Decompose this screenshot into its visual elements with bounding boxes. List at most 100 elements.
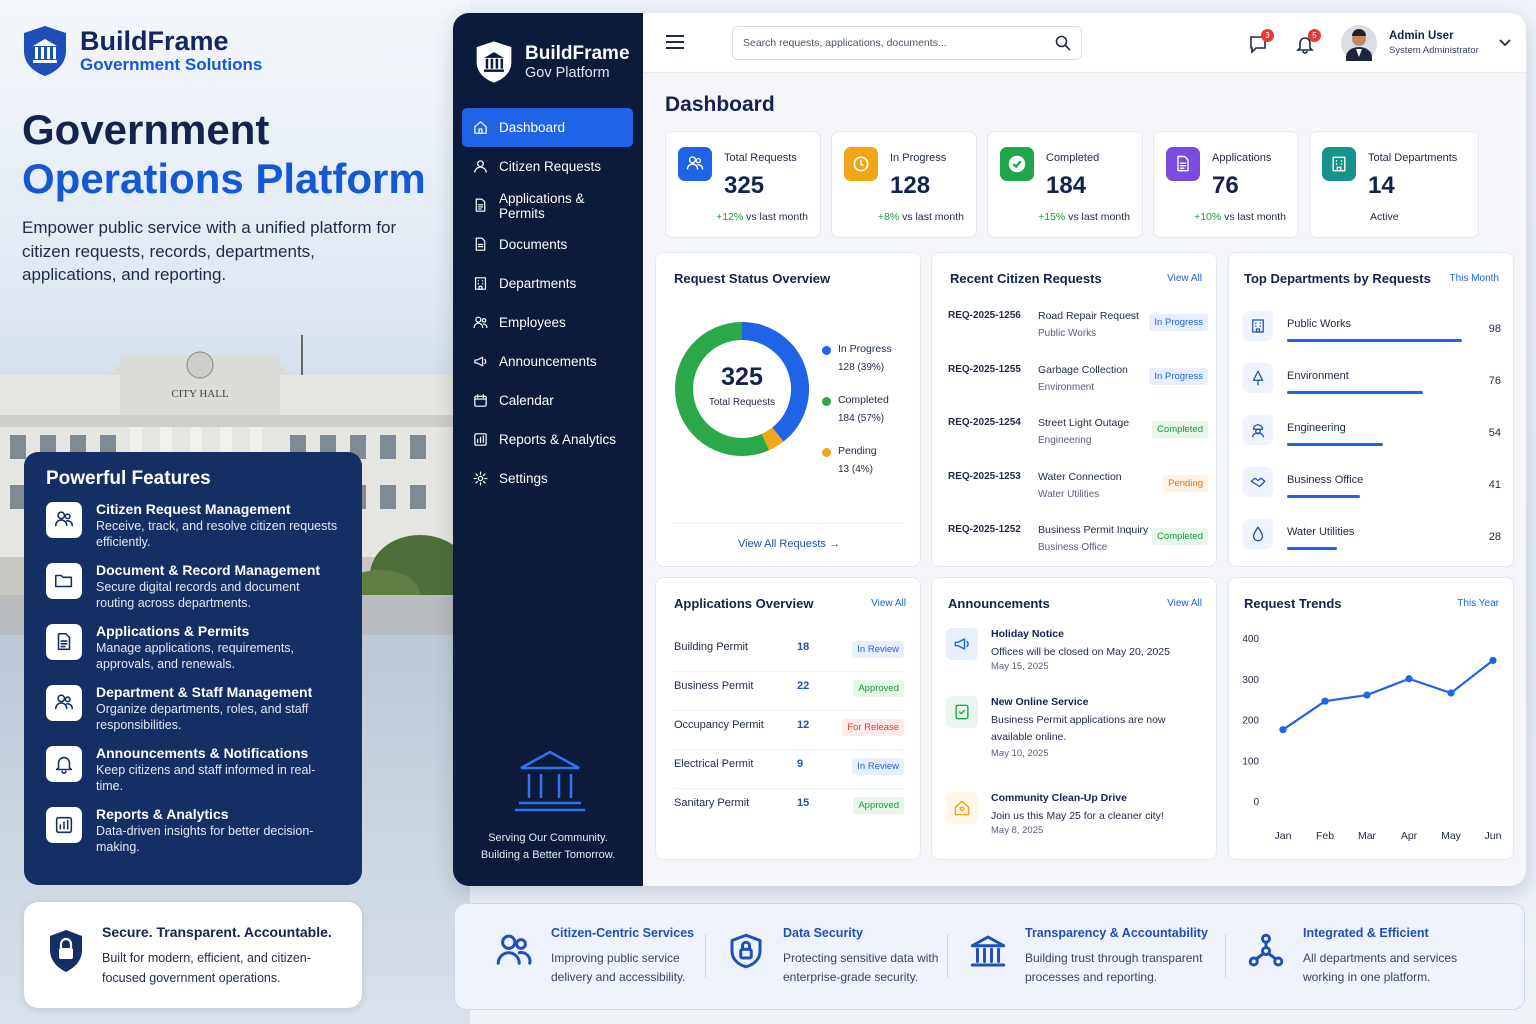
feature-desc: Organize departments, roles, and staff r…	[96, 702, 309, 732]
request-dept: Engineering	[1038, 435, 1092, 446]
sidebar-item-employees[interactable]: Employees	[462, 303, 633, 342]
table-row[interactable]: REQ-2025-1253 Water Connection Water Utili…	[948, 471, 1208, 524]
department-bar	[1287, 443, 1383, 446]
table-row[interactable]: Building Permit 18 In Review	[674, 633, 904, 672]
x-tick-label: Jan	[1275, 830, 1292, 842]
sidebar-item-dashboard[interactable]: Dashboard	[462, 108, 633, 147]
sidebar-item-label: Applications & Permits	[499, 190, 585, 221]
status-badge-label: Approved	[853, 680, 904, 697]
x-tick-label: Feb	[1316, 830, 1334, 842]
recent-requests-view-all[interactable]: View All	[1167, 273, 1202, 284]
announcement-desc: Business Permit applications are now ava…	[991, 714, 1166, 743]
status-badge-label: Completed	[1152, 528, 1208, 545]
table-row[interactable]: REQ-2025-1255 Garbage Collection Environme…	[948, 364, 1208, 417]
chevron-down-icon[interactable]	[1499, 39, 1511, 47]
dashboard-window: BuildFrame Gov Platform Dashboard Citizen…	[453, 13, 1526, 886]
search-input[interactable]: Search requests, applications, documents…	[732, 26, 1082, 60]
messages-button[interactable]: 3	[1248, 29, 1274, 59]
announcements-view-all[interactable]: View All	[1167, 598, 1202, 609]
table-row[interactable]: REQ-2025-1256 Road Repair Request Public W…	[948, 310, 1208, 363]
team-icon	[46, 685, 82, 721]
stat-card[interactable]: Total Departments 14 Active	[1309, 131, 1479, 238]
department-bar	[1287, 391, 1423, 394]
users-icon	[678, 147, 712, 181]
avatar	[1341, 25, 1377, 61]
stat-label: Total Departments	[1368, 152, 1458, 164]
sidebar-logo[interactable]: BuildFrame Gov Platform	[475, 39, 630, 85]
stat-change: +8% vs last month	[832, 211, 976, 223]
status-badge-label: For Release	[842, 719, 904, 736]
trend-point	[1405, 675, 1413, 683]
view-all-requests-link[interactable]: View All Requests →	[656, 538, 922, 550]
y-tick-label: 0	[1253, 797, 1259, 808]
list-item[interactable]: Water Utilities 28	[1243, 519, 1501, 571]
stat-card[interactable]: Total Requests 325 +12% vs last month	[665, 131, 821, 238]
status-badge: In Progress	[1149, 366, 1208, 385]
request-dept: Public Works	[1038, 328, 1097, 339]
sidebar-item-label: Citizen Requests	[499, 159, 602, 174]
secure-title: Secure. Transparent. Accountable.	[102, 924, 332, 940]
divider	[672, 523, 904, 524]
legend-detail: 184 (57%)	[838, 413, 885, 424]
secure-desc: Built for modern, efficient, and citizen…	[102, 951, 311, 985]
search-icon[interactable]	[1055, 35, 1071, 51]
table-row[interactable]: REQ-2025-1254 Street Light Outage Engineer…	[948, 417, 1208, 470]
legend-detail: 128 (39%)	[838, 362, 885, 373]
clock-icon	[844, 147, 878, 181]
stat-change-text: vs last month	[899, 211, 964, 223]
announcement-title: Community Clean-Up Drive	[991, 792, 1127, 804]
calendar-icon	[472, 392, 489, 409]
announcement-date: May 10, 2025	[991, 748, 1049, 759]
list-item[interactable]: Environment 76	[1243, 363, 1501, 415]
legend-name: In Progress	[838, 343, 892, 355]
list-item[interactable]: Business Office 41	[1243, 467, 1501, 519]
table-row[interactable]: REQ-2025-1252 Business Permit Inquiry Busi…	[948, 524, 1208, 577]
sidebar-item-applications-permits[interactable]: Applications & Permits	[462, 186, 633, 225]
chart-icon	[46, 807, 82, 843]
sidebar-item-citizen-requests[interactable]: Citizen Requests	[462, 147, 633, 186]
main-area: Search requests, applications, documents…	[643, 13, 1526, 886]
feature-title: Applications & Permits	[96, 623, 250, 639]
sidebar-item-departments[interactable]: Departments	[462, 264, 633, 303]
handshake-icon	[1243, 467, 1273, 497]
notifications-button[interactable]: 5	[1295, 29, 1321, 59]
table-row[interactable]: Occupancy Permit 12 For Release	[674, 711, 904, 750]
sidebar-item-label: Departments	[499, 276, 577, 291]
hamburger-menu-icon[interactable]	[665, 34, 685, 55]
feature-item: Reports & Analytics Data-driven insights …	[46, 805, 340, 866]
topbar: Search requests, applications, documents…	[643, 13, 1526, 73]
sidebar-item-calendar[interactable]: Calendar	[462, 381, 633, 420]
feature-desc: Manage applications, requirements, appro…	[96, 641, 295, 671]
stat-card[interactable]: In Progress 128 +8% vs last month	[831, 131, 977, 238]
hero-title-line2: Operations Platform	[22, 155, 426, 202]
search-placeholder: Search requests, applications, documents…	[743, 37, 947, 49]
institution-icon	[515, 750, 585, 812]
request-id: REQ-2025-1253	[948, 470, 1021, 482]
user-menu[interactable]: Admin User System Administrator	[1341, 25, 1511, 61]
table-row[interactable]: Electrical Permit 9 In Review	[674, 750, 904, 789]
benefit-desc: Improving public service delivery and ac…	[551, 951, 686, 984]
divider	[947, 934, 948, 978]
status-badge: In Review	[852, 756, 904, 775]
sidebar-item-documents[interactable]: Documents	[462, 225, 633, 264]
list-item[interactable]: Public Works 98	[1243, 311, 1501, 363]
stat-card[interactable]: Completed 184 +15% vs last month	[987, 131, 1143, 238]
list-item[interactable]: Engineering 54	[1243, 415, 1501, 467]
department-value: 76	[1488, 375, 1501, 387]
sidebar-item-announcements[interactable]: Announcements	[462, 342, 633, 381]
department-name: Environment	[1287, 370, 1349, 382]
sidebar-item-reports-analytics[interactable]: Reports & Analytics	[462, 420, 633, 459]
applications-view-all[interactable]: View All	[871, 598, 906, 609]
stat-value: 14	[1368, 172, 1395, 199]
stat-card[interactable]: Applications 76 +10% vs last month	[1153, 131, 1299, 238]
department-name: Business Office	[1287, 474, 1364, 486]
request-trends-period[interactable]: This Year	[1457, 598, 1499, 609]
status-badge: Approved	[853, 795, 904, 814]
trend-point	[1489, 656, 1497, 665]
sidebar-item-settings[interactable]: Settings	[462, 459, 633, 498]
table-row[interactable]: Sanitary Permit 15 Approved	[674, 789, 904, 828]
home-icon	[472, 119, 489, 136]
top-departments-period[interactable]: This Month	[1450, 273, 1499, 284]
table-row[interactable]: Business Permit 22 Approved	[674, 672, 904, 711]
stat-change-text: Active	[1370, 211, 1399, 223]
